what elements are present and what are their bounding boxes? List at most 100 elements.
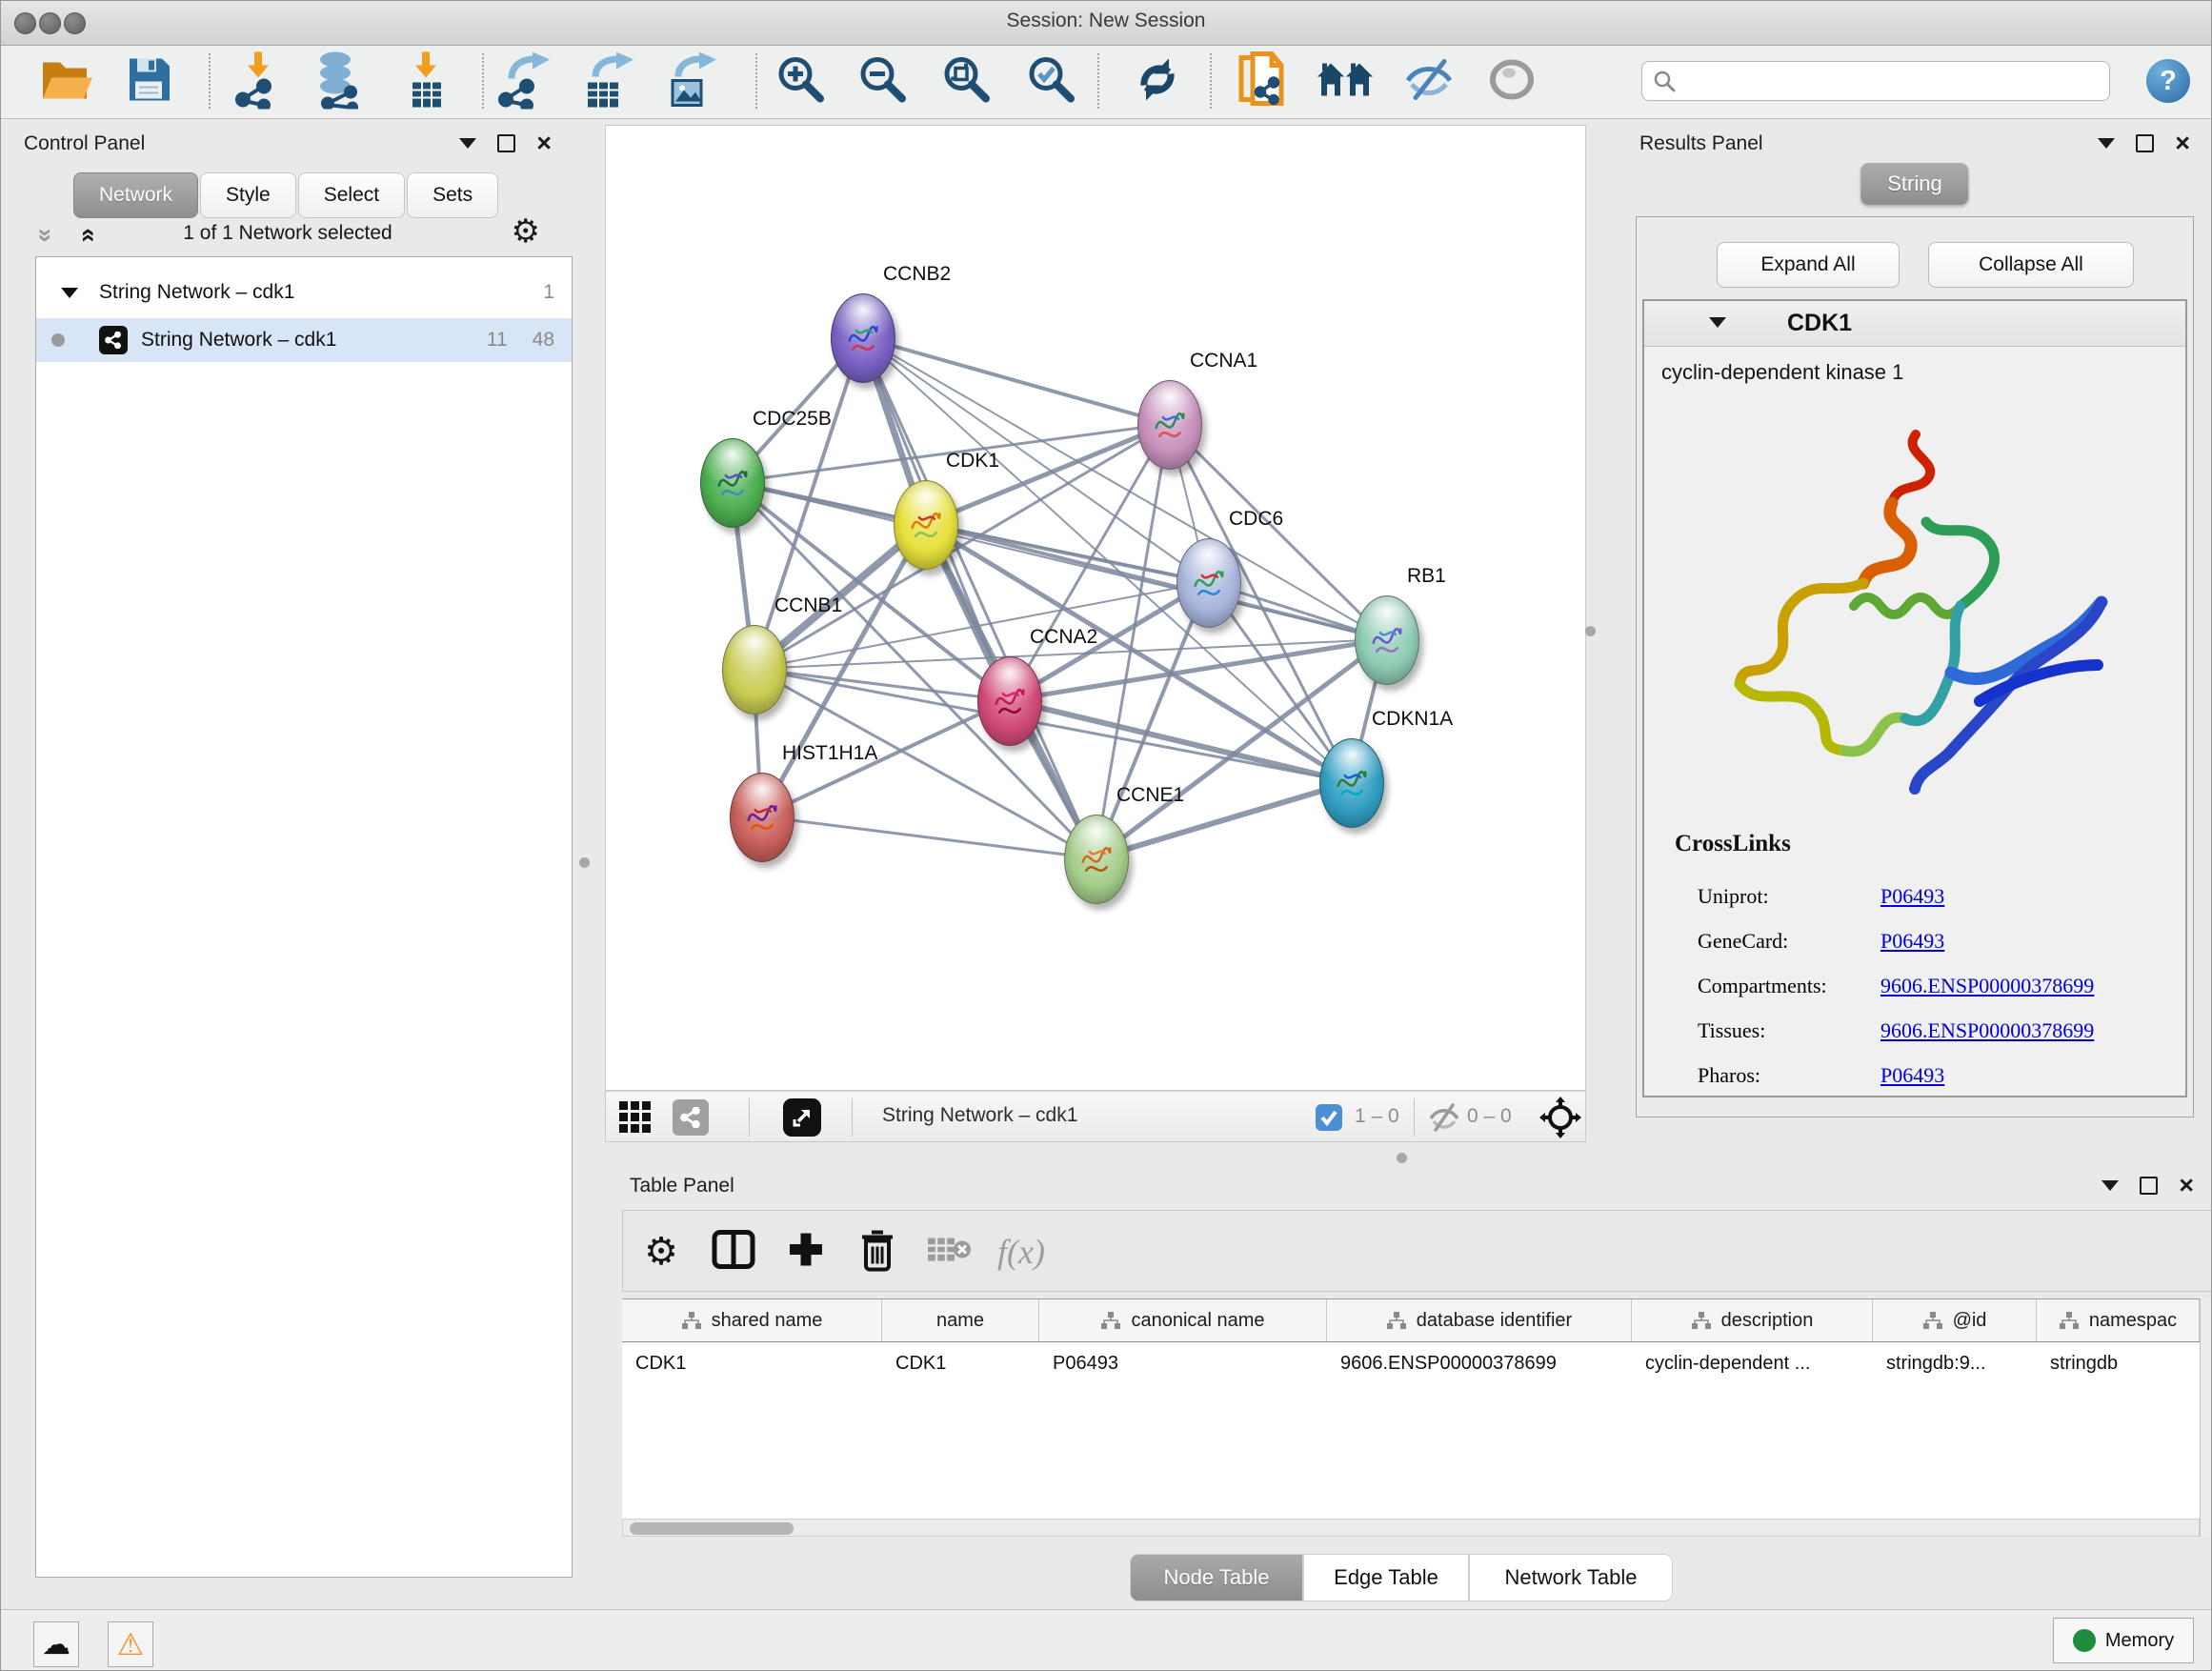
tab-style[interactable]: Style bbox=[200, 172, 296, 218]
panel-close-icon[interactable]: × bbox=[536, 136, 552, 151]
hidden-eye-icon[interactable] bbox=[1427, 1101, 1461, 1138]
node-cdc25b[interactable] bbox=[700, 438, 765, 528]
panel-close-icon[interactable]: × bbox=[2175, 136, 2190, 151]
node-ccna1[interactable] bbox=[1137, 380, 1202, 470]
crosshair-icon[interactable] bbox=[1539, 1097, 1581, 1143]
left-splitter-grip[interactable] bbox=[579, 857, 590, 868]
tab-select[interactable]: Select bbox=[298, 172, 405, 218]
network-collection-row[interactable]: String Network – cdk1 1 bbox=[36, 271, 572, 314]
collection-expand-icon[interactable] bbox=[61, 288, 78, 298]
memory-button[interactable]: Memory bbox=[2053, 1618, 2194, 1663]
panel-float-icon[interactable] bbox=[2136, 134, 2154, 152]
tab-sets[interactable]: Sets bbox=[407, 172, 498, 218]
share-document-icon[interactable] bbox=[1234, 50, 1287, 114]
right-splitter-grip[interactable] bbox=[1585, 626, 1596, 636]
delete-table-icon[interactable] bbox=[926, 1233, 972, 1272]
open-session-icon[interactable] bbox=[37, 53, 94, 111]
node-rb1[interactable] bbox=[1355, 595, 1419, 685]
node-ccna2[interactable] bbox=[977, 656, 1042, 746]
hide-selected-icon[interactable] bbox=[1402, 56, 1456, 109]
zoom-fit-icon[interactable] bbox=[940, 53, 994, 111]
tab-string[interactable]: String bbox=[1860, 163, 1968, 205]
import-network-icon[interactable] bbox=[231, 50, 285, 114]
table-header-row: shared namenamecanonical namedatabase id… bbox=[622, 1299, 2200, 1342]
function-builder-icon[interactable]: f(x) bbox=[997, 1232, 1045, 1272]
tab-edge-table[interactable]: Edge Table bbox=[1303, 1554, 1469, 1601]
export-image-icon[interactable] bbox=[663, 50, 718, 114]
panel-float-icon[interactable] bbox=[497, 134, 515, 152]
node-cdkn1a[interactable] bbox=[1319, 738, 1384, 828]
node-ccnb2[interactable] bbox=[831, 293, 895, 383]
table-cell[interactable]: CDK1 bbox=[882, 1353, 1039, 1375]
tab-network[interactable]: Network bbox=[73, 172, 198, 218]
node-cdc6[interactable] bbox=[1176, 538, 1241, 628]
table-panel-title: Table Panel bbox=[630, 1175, 734, 1198]
open-in-new-icon[interactable] bbox=[783, 1098, 821, 1137]
panel-menu-icon[interactable] bbox=[2098, 138, 2115, 149]
column-header-namespac[interactable]: namespac bbox=[2037, 1299, 2200, 1341]
panel-float-icon[interactable] bbox=[2140, 1177, 2158, 1195]
panel-menu-icon[interactable] bbox=[2101, 1180, 2119, 1191]
share-icon[interactable] bbox=[673, 1099, 709, 1136]
search-box[interactable] bbox=[1641, 61, 2110, 101]
panel-menu-icon[interactable] bbox=[459, 138, 476, 149]
warning-button[interactable]: ⚠ bbox=[108, 1621, 153, 1667]
gene-collapse-icon[interactable] bbox=[1709, 317, 1726, 328]
table-cell[interactable]: 9606.ENSP00000378699 bbox=[1327, 1353, 1632, 1375]
table-cell[interactable]: stringdb:9... bbox=[1873, 1353, 2037, 1375]
column-header-canonical-name[interactable]: canonical name bbox=[1039, 1299, 1327, 1341]
cloud-button[interactable]: ☁ bbox=[33, 1621, 79, 1667]
table-cell[interactable]: CDK1 bbox=[622, 1353, 882, 1375]
column-header-shared-name[interactable]: shared name bbox=[622, 1299, 882, 1341]
table-cell[interactable]: stringdb bbox=[2037, 1353, 2200, 1375]
collapse-all-button[interactable]: Collapse All bbox=[1928, 242, 2134, 288]
column-header--id[interactable]: @id bbox=[1873, 1299, 2037, 1341]
node-cdk1[interactable] bbox=[894, 480, 958, 570]
delete-column-icon[interactable] bbox=[858, 1228, 896, 1277]
tab-node-table[interactable]: Node Table bbox=[1130, 1554, 1303, 1601]
network-options-gear-icon[interactable]: ⚙ bbox=[512, 212, 540, 251]
refresh-icon[interactable] bbox=[1131, 53, 1184, 111]
crosslink-link[interactable]: P06493 bbox=[1880, 1063, 1944, 1088]
gene-entry-header[interactable]: CDK1 bbox=[1644, 301, 2185, 347]
homes-icon[interactable] bbox=[1316, 56, 1375, 109]
add-column-icon[interactable] bbox=[786, 1230, 826, 1275]
column-header-database-identifier[interactable]: database identifier bbox=[1327, 1299, 1632, 1341]
node-hist1h1a[interactable] bbox=[730, 773, 794, 862]
node-ccnb1[interactable] bbox=[722, 625, 787, 715]
vertical-scrollbar[interactable] bbox=[2200, 1299, 2212, 1537]
column-header-name[interactable]: name bbox=[882, 1299, 1039, 1341]
column-header-description[interactable]: description bbox=[1632, 1299, 1873, 1341]
export-network-icon[interactable] bbox=[496, 50, 552, 114]
crosslink-link[interactable]: 9606.ENSP00000378699 bbox=[1880, 1018, 2094, 1043]
network-row[interactable]: String Network – cdk1 11 48 bbox=[36, 318, 572, 362]
bottom-splitter-grip[interactable] bbox=[1397, 1153, 1407, 1163]
import-network-database-icon[interactable] bbox=[311, 50, 366, 114]
zoom-selected-icon[interactable] bbox=[1025, 53, 1078, 111]
table-settings-gear-icon[interactable]: ⚙ bbox=[644, 1230, 678, 1274]
table-row[interactable]: CDK1CDK1P064939606.ENSP00000378699cyclin… bbox=[622, 1342, 2200, 1384]
horizontal-scrollbar[interactable] bbox=[622, 1519, 2200, 1537]
table-cell[interactable]: cyclin-dependent ... bbox=[1632, 1353, 1873, 1375]
import-table-icon[interactable] bbox=[399, 50, 452, 114]
crosslink-link[interactable]: P06493 bbox=[1880, 884, 1944, 909]
show-columns-icon[interactable] bbox=[712, 1229, 755, 1276]
node-ccne1[interactable] bbox=[1064, 815, 1129, 904]
expand-all-button[interactable]: Expand All bbox=[1717, 242, 1900, 288]
selected-checkbox-icon[interactable] bbox=[1315, 1103, 1343, 1137]
panel-close-icon[interactable]: × bbox=[2179, 1178, 2194, 1193]
show-all-icon[interactable] bbox=[1486, 56, 1538, 109]
crosslink-link[interactable]: 9606.ENSP00000378699 bbox=[1880, 974, 2094, 998]
search-input[interactable] bbox=[1677, 70, 2109, 93]
help-icon[interactable]: ? bbox=[2146, 59, 2190, 103]
network-canvas[interactable]: CCNB2CCNA1CDC25BCDK1CDC6RB1CCNB1CCNA2CDK… bbox=[605, 125, 1586, 1091]
export-table-icon[interactable] bbox=[580, 50, 635, 114]
zoom-in-icon[interactable] bbox=[774, 53, 828, 111]
birdseye-icon[interactable] bbox=[617, 1099, 654, 1140]
table-cell[interactable]: P06493 bbox=[1039, 1353, 1327, 1375]
tab-network-table[interactable]: Network Table bbox=[1469, 1554, 1673, 1601]
zoom-out-icon[interactable] bbox=[856, 53, 910, 111]
save-session-icon[interactable] bbox=[122, 53, 175, 111]
scrollbar-thumb[interactable] bbox=[630, 1522, 794, 1535]
crosslink-link[interactable]: P06493 bbox=[1880, 929, 1944, 954]
